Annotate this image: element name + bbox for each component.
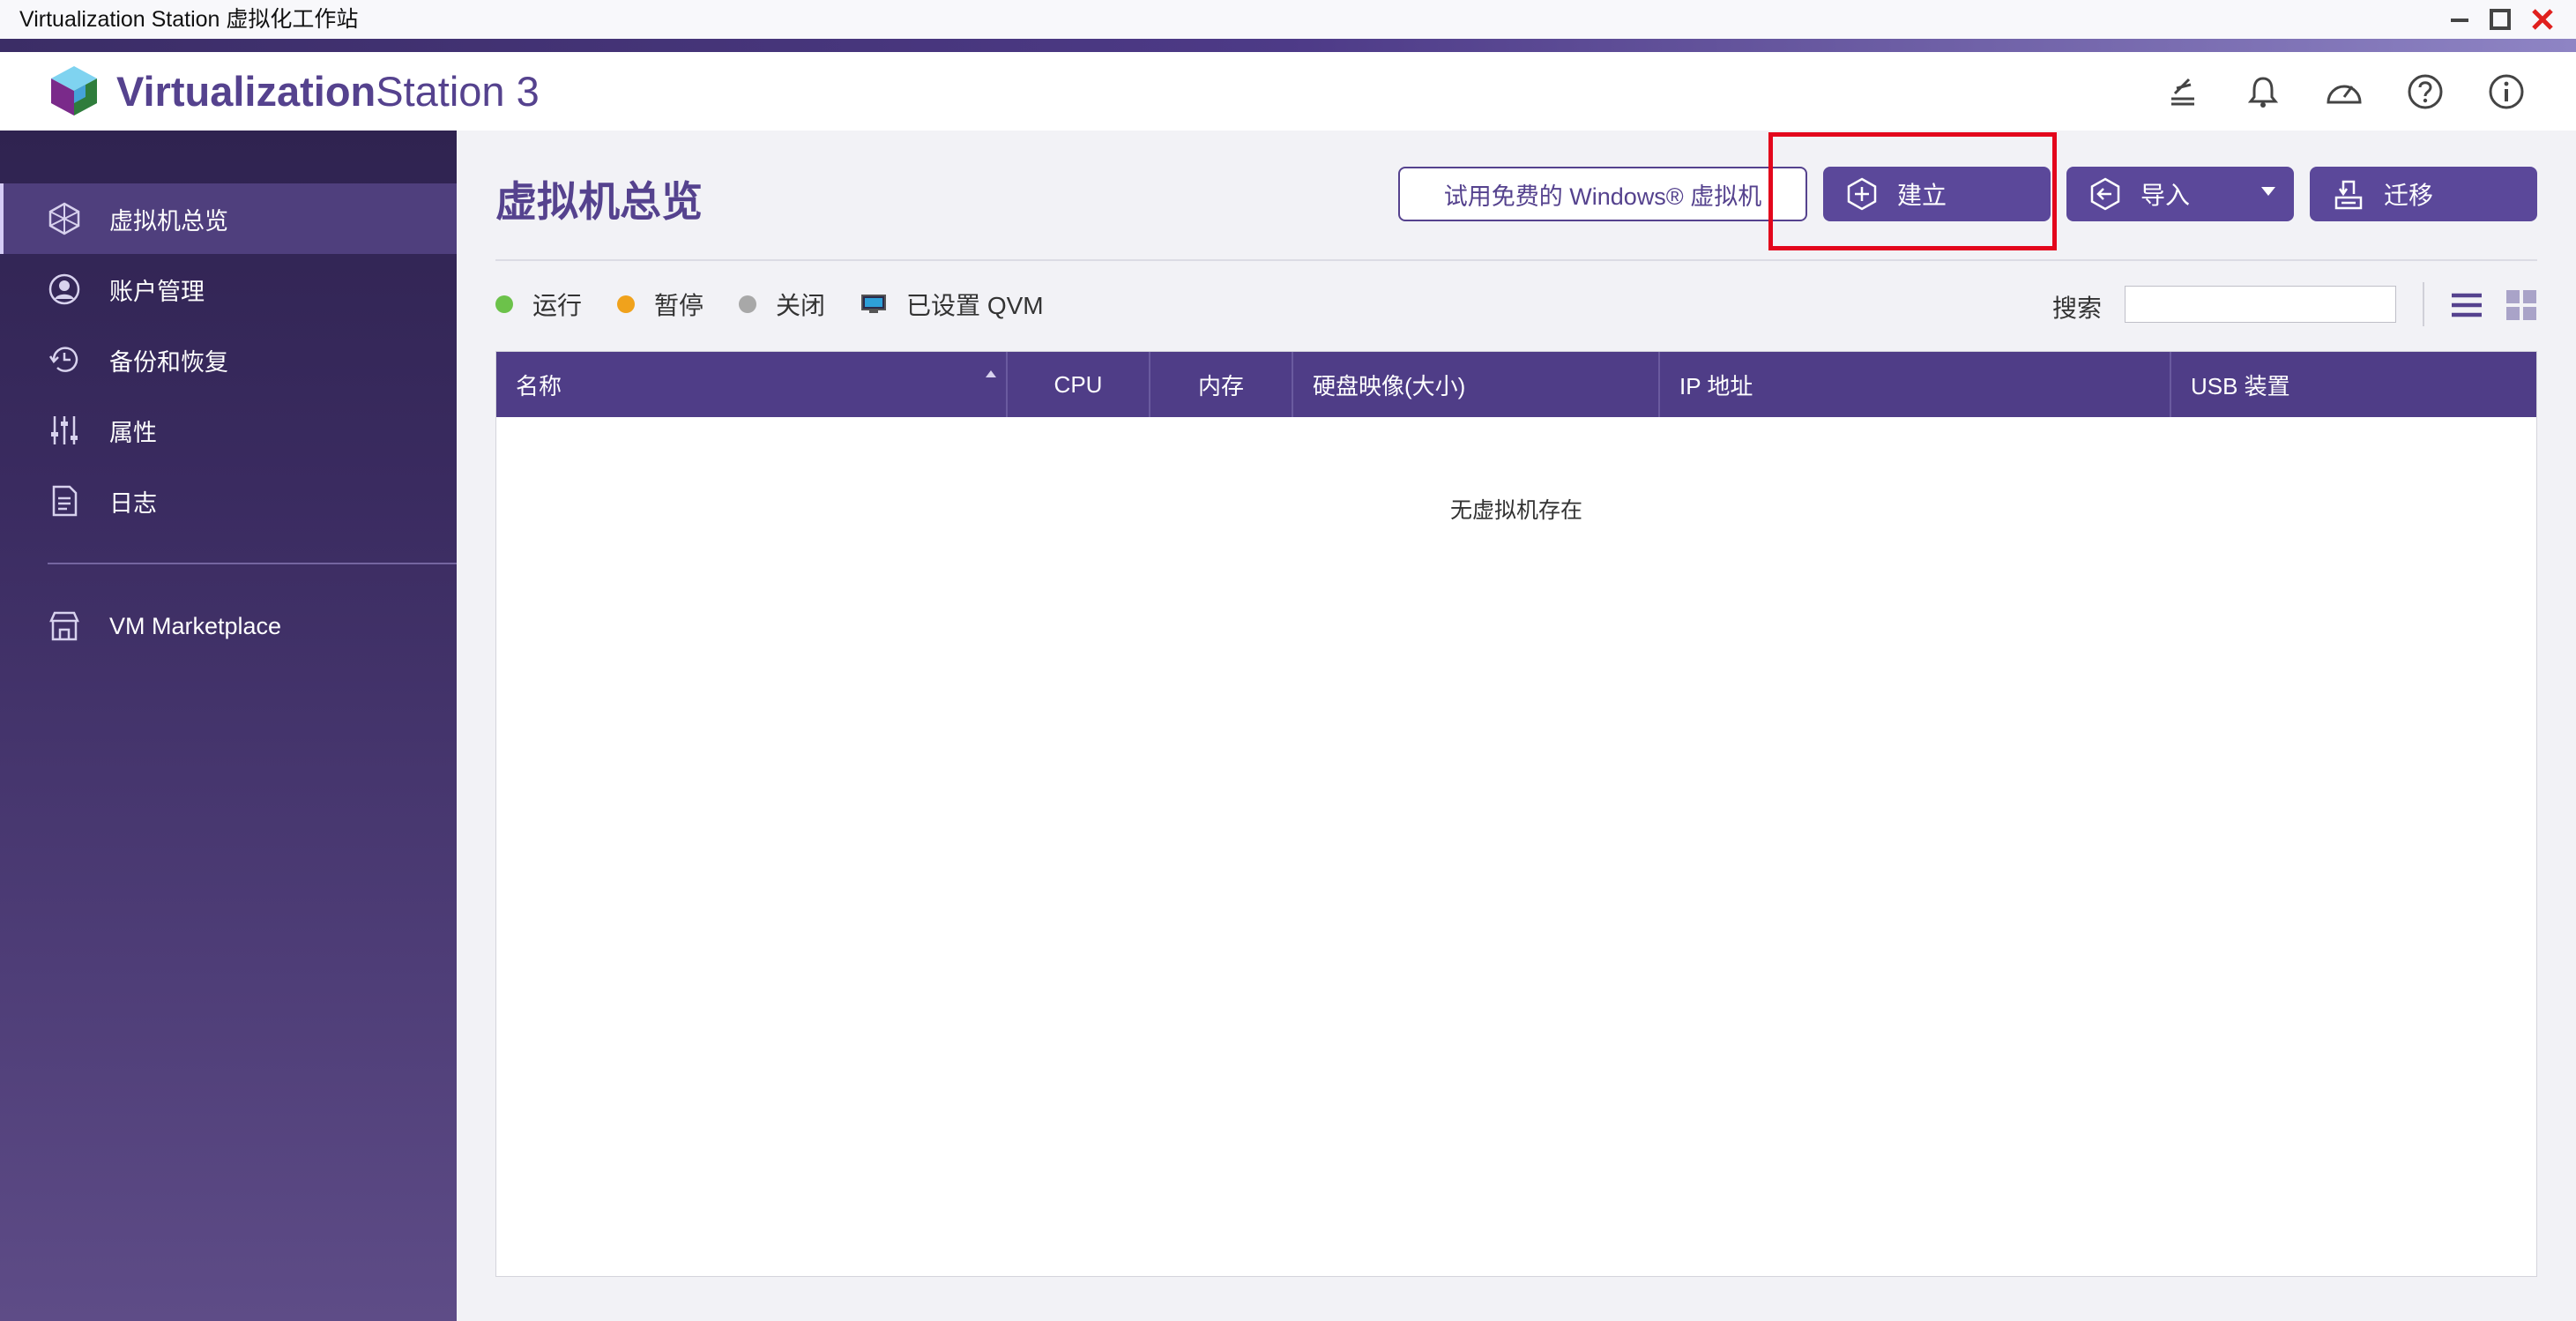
notifications-button[interactable] xyxy=(2239,68,2287,116)
migrate-icon xyxy=(2331,176,2366,212)
close-icon xyxy=(2532,9,2553,30)
sidebar-item-label: 属性 xyxy=(109,419,157,446)
migrate-button-label: 迁移 xyxy=(2384,182,2434,209)
sidebar-item-label: 日志 xyxy=(109,489,157,517)
migrate-button[interactable]: 迁移 xyxy=(2310,167,2537,221)
grid-view-button[interactable] xyxy=(2504,287,2539,323)
window-title-bar: Virtualization Station 虚拟化工作站 xyxy=(0,0,2576,39)
vm-table: 名称 CPU 内存 硬盘映像(大小) IP 地址 USB 装置 无虚拟机存在 xyxy=(495,351,2537,1277)
legend-label: 暂停 xyxy=(654,292,704,319)
sidebar-item-label: 备份和恢复 xyxy=(109,348,228,376)
chevron-down-icon[interactable] xyxy=(2260,186,2276,197)
legend-label: 运行 xyxy=(532,292,583,319)
column-label: 名称 xyxy=(516,372,562,399)
column-header-cpu[interactable]: CPU xyxy=(1008,352,1150,417)
dashboard-icon xyxy=(2327,85,2362,104)
window-title: Virtualization Station 虚拟化工作站 xyxy=(19,7,359,32)
table-header: 名称 CPU 内存 硬盘映像(大小) IP 地址 USB 装置 xyxy=(496,352,2536,417)
column-label: 内存 xyxy=(1197,372,1244,399)
app-title-bold: Virtualization xyxy=(116,68,376,115)
column-label: USB 装置 xyxy=(2191,372,2290,399)
list-view-icon xyxy=(2452,293,2482,317)
monitor-icon xyxy=(860,294,887,315)
column-header-name[interactable]: 名称 xyxy=(496,352,1008,417)
dashboard-button[interactable] xyxy=(2320,68,2368,116)
column-label: IP 地址 xyxy=(1679,372,1753,399)
sidebar-item-label: 虚拟机总览 xyxy=(109,207,228,235)
import-button[interactable]: 导入 xyxy=(2066,167,2294,221)
stopped-dot-icon xyxy=(739,295,757,313)
sidebar-item-vm-marketplace[interactable]: VM Marketplace xyxy=(0,591,457,661)
try-windows-vm-button[interactable]: 试用免费的 Windows® 虚拟机 xyxy=(1398,167,1807,221)
search-label: 搜索 xyxy=(2052,295,2103,322)
column-header-ip[interactable]: IP 地址 xyxy=(1660,352,2171,417)
legend-running: 运行 xyxy=(495,287,582,322)
status-legend: 运行 暂停 关闭 已设置 QVM xyxy=(495,282,1079,326)
sidebar-divider xyxy=(48,563,457,564)
sidebar-item-account[interactable]: 账户管理 xyxy=(0,254,457,325)
sidebar-item-properties[interactable]: 属性 xyxy=(0,395,457,466)
sidebar-item-label: 账户管理 xyxy=(109,278,205,305)
legend-label: 关闭 xyxy=(776,292,826,319)
column-header-memory[interactable]: 内存 xyxy=(1150,352,1293,417)
sort-ascending-icon[interactable] xyxy=(985,369,997,378)
column-header-disk[interactable]: 硬盘映像(大小) xyxy=(1293,352,1660,417)
sliders-icon xyxy=(46,412,83,449)
sidebar: 虚拟机总览 账户管理 备份和恢复 属性 日志 VM Marketplace xyxy=(0,131,457,1321)
empty-table-message: 无虚拟机存在 xyxy=(1449,498,1582,523)
account-icon xyxy=(46,271,83,308)
maximize-icon xyxy=(2490,9,2511,30)
legend-label: 已设置 QVM xyxy=(906,292,1044,319)
view-divider xyxy=(2423,282,2424,326)
bell-icon xyxy=(2247,77,2279,108)
minimize-icon xyxy=(2451,19,2468,22)
import-button-label: 导入 xyxy=(2140,182,2191,209)
info-button[interactable] xyxy=(2483,68,2530,116)
minimize-button[interactable] xyxy=(2446,5,2474,34)
info-icon xyxy=(2489,74,2524,109)
app-logo xyxy=(48,64,101,117)
help-button[interactable] xyxy=(2401,68,2449,116)
sidebar-item-vm-overview[interactable]: 虚拟机总览 xyxy=(0,183,457,254)
backup-icon xyxy=(46,341,83,378)
search-input[interactable] xyxy=(2125,286,2396,323)
import-icon xyxy=(2088,176,2123,212)
main-content: 虚拟机总览 试用免费的 Windows® 虚拟机 建立 导入 迁移 运行 暂停 xyxy=(457,131,2576,1321)
legend-stopped: 关闭 xyxy=(739,287,825,322)
sidebar-item-backup[interactable]: 备份和恢复 xyxy=(0,325,457,395)
accent-strip xyxy=(0,39,2576,52)
tasks-icon xyxy=(2171,78,2194,106)
app-title-light: Station 3 xyxy=(376,68,540,115)
maximize-button[interactable] xyxy=(2486,5,2514,34)
store-icon xyxy=(46,608,83,645)
column-header-usb[interactable]: USB 装置 xyxy=(2171,352,2536,417)
app-header: VirtualizationStation 3 xyxy=(0,52,2576,131)
legend-qvm: 已设置 QVM xyxy=(860,287,1044,322)
cube-logo-icon xyxy=(51,66,97,116)
page-title: 虚拟机总览 xyxy=(495,178,703,225)
sidebar-item-log[interactable]: 日志 xyxy=(0,466,457,536)
column-label: CPU xyxy=(1053,370,1103,398)
sidebar-item-label: VM Marketplace xyxy=(109,612,282,639)
list-view-button[interactable] xyxy=(2449,287,2484,323)
legend-paused: 暂停 xyxy=(617,287,704,322)
grid-view-icon xyxy=(2506,290,2536,320)
create-button-highlight xyxy=(1768,132,2057,250)
column-label: 硬盘映像(大小) xyxy=(1313,372,1466,399)
help-icon xyxy=(2408,74,2443,109)
tasks-button[interactable] xyxy=(2158,68,2206,116)
title-divider xyxy=(495,259,2537,261)
close-button[interactable] xyxy=(2528,5,2557,34)
running-dot-icon xyxy=(495,295,513,313)
paused-dot-icon xyxy=(617,295,636,313)
app-title: VirtualizationStation 3 xyxy=(116,66,540,117)
log-icon xyxy=(46,482,83,519)
vm-overview-icon xyxy=(46,200,83,237)
